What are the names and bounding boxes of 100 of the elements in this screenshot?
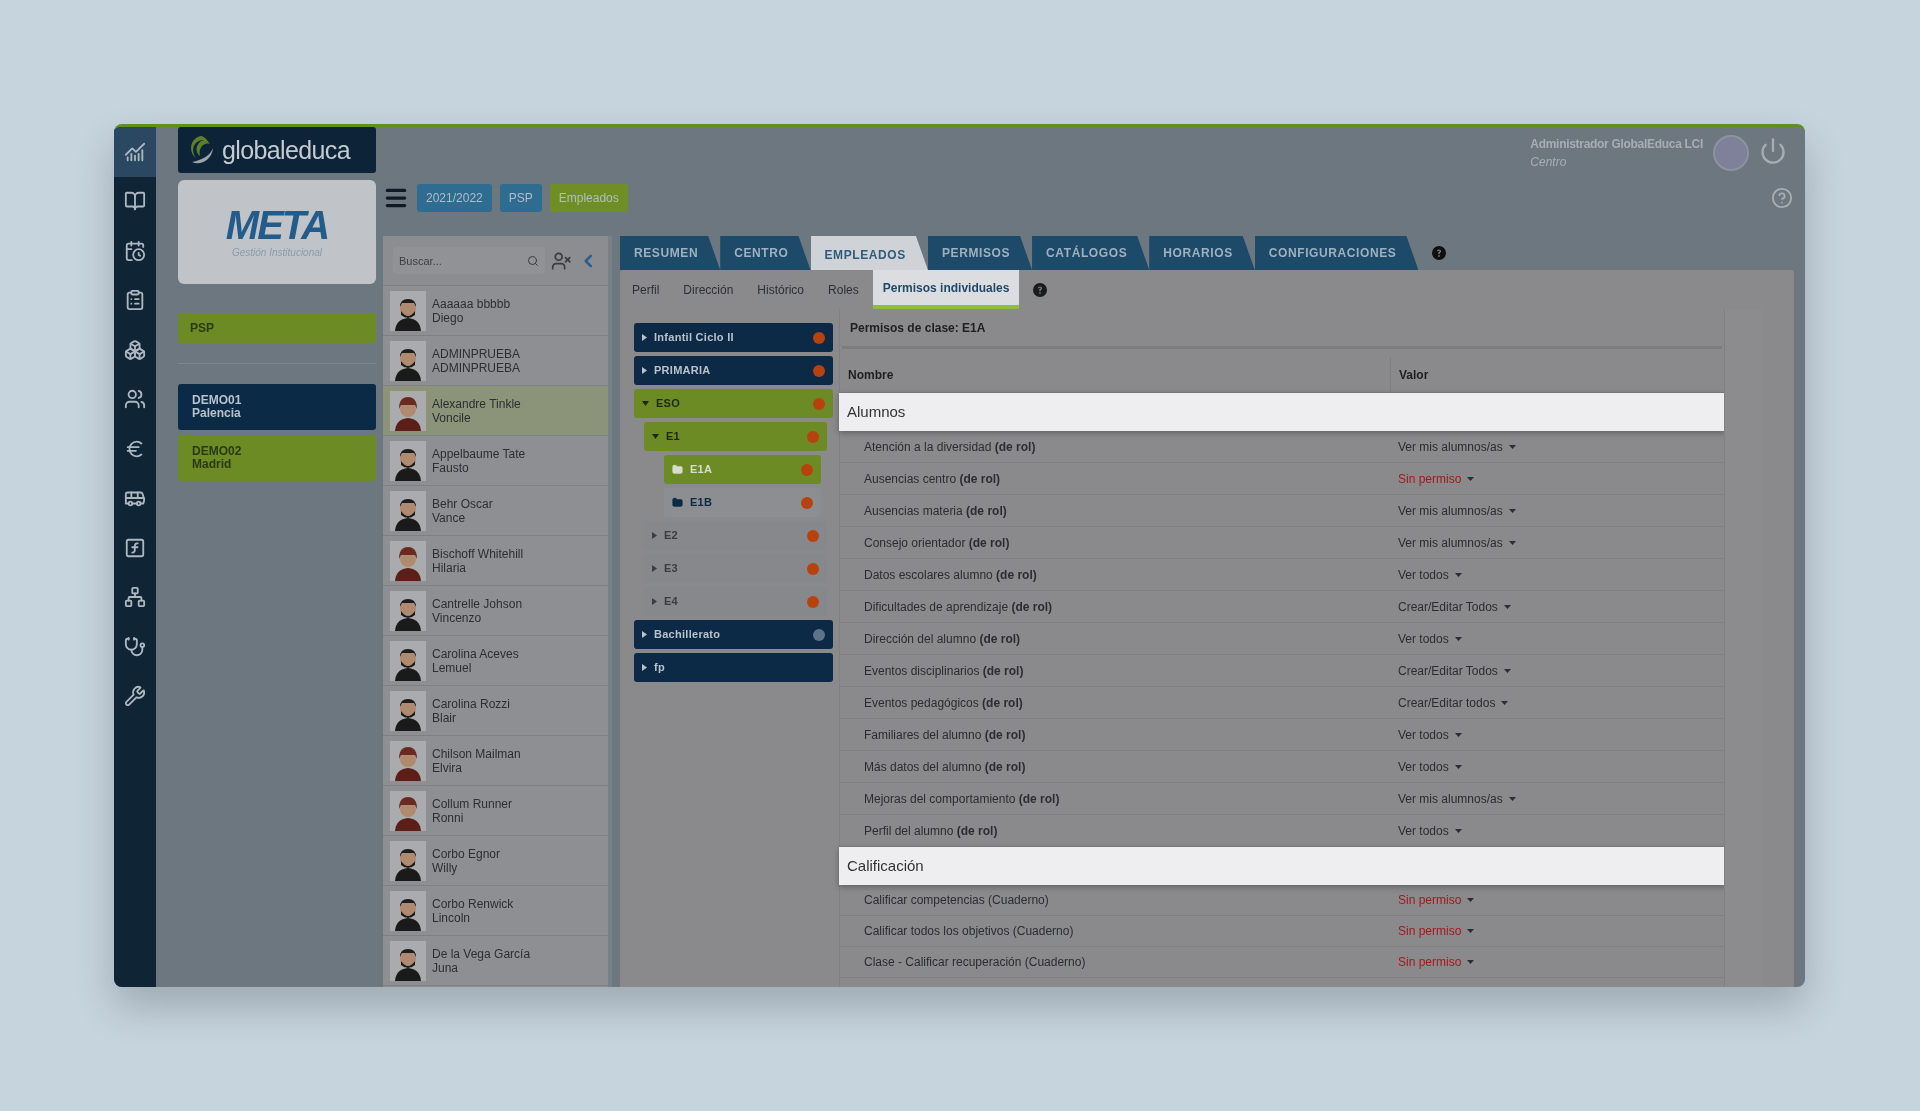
employee-name: Diego — [432, 310, 465, 325]
people-icon — [124, 388, 146, 411]
employee-name: Juna — [432, 960, 460, 975]
caret-icon — [1503, 668, 1511, 673]
search-icon — [527, 255, 539, 267]
employee-surname: Chilson Mailman — [432, 746, 521, 761]
center-item[interactable]: DEMO02 Madrid — [178, 435, 376, 481]
tab[interactable]: RESUMEN — [620, 236, 721, 270]
employee-surname: Cantrelle Johson — [432, 596, 523, 611]
boxes-icon — [124, 338, 146, 361]
employee-name: Ronni — [432, 810, 465, 825]
school-bar[interactable]: PSP — [178, 313, 376, 343]
value-dropdown[interactable]: Sin permiso — [1398, 469, 1475, 488]
value-dropdown[interactable]: Sin permiso — [1398, 891, 1475, 909]
value-dropdown[interactable]: Ver mis alumnos/as — [1398, 437, 1516, 456]
product-logo-text: META — [225, 204, 329, 245]
context-chip[interactable]: PSP — [499, 184, 542, 212]
employee-name: Blair — [432, 710, 457, 725]
employee-surname: Appelbaume Tate — [432, 446, 526, 461]
value-dropdown[interactable]: Sin permiso — [1398, 922, 1475, 940]
value-dropdown[interactable]: Crear/Editar Todos — [1398, 597, 1511, 616]
wrench-icon — [124, 685, 146, 708]
person-avatar — [390, 890, 426, 931]
caret-right-icon — [642, 334, 647, 341]
sidebar-item[interactable] — [114, 127, 156, 177]
tab[interactable]: CATÁLOGOS — [1032, 236, 1150, 270]
subtab[interactable]: Perfil — [622, 270, 670, 309]
employee-surname: Bischoff Whitehill — [432, 546, 524, 561]
help-icon[interactable] — [1432, 246, 1447, 260]
tree-item[interactable]: fp — [634, 653, 833, 682]
permission-name: Eventos pedagógicos (de rol) — [863, 694, 1024, 712]
person-avatar — [390, 940, 426, 981]
subtab[interactable]: Roles — [818, 270, 869, 309]
clipboard-icon — [124, 289, 146, 312]
tree-label: E1A — [690, 462, 714, 478]
employee-name: Vance — [432, 510, 467, 525]
employee-name: Willy — [432, 860, 459, 875]
subtab[interactable]: Histórico — [747, 270, 815, 309]
tab[interactable]: CENTRO — [720, 236, 811, 270]
person-avatar — [390, 690, 426, 731]
logo-text: globaleduca — [222, 137, 350, 163]
caret-down-icon — [642, 401, 649, 406]
search-field[interactable]: Buscar... — [393, 247, 545, 274]
value-dropdown[interactable]: Ver todos — [1398, 629, 1462, 648]
permission-name: Perfil del alumno (de rol) — [863, 822, 999, 840]
value-dropdown[interactable]: Ver mis alumnos/as — [1398, 533, 1516, 552]
employee-name: Elvira — [432, 760, 463, 775]
context-chip[interactable]: 2021/2022 — [417, 184, 492, 212]
person-avatar — [390, 290, 426, 331]
subtab[interactable]: Dirección — [673, 270, 744, 309]
tree-label: fp — [654, 660, 666, 676]
caret-icon — [1454, 732, 1462, 737]
value-dropdown[interactable]: Ver todos — [1398, 757, 1462, 776]
person-avatar — [390, 540, 426, 581]
tree-item[interactable]: ESO — [634, 389, 833, 418]
value-dropdown[interactable]: Ver todos — [1398, 821, 1462, 840]
center-city: Madrid — [192, 458, 233, 471]
value-dropdown[interactable]: Ver mis alumnos/as — [1398, 789, 1516, 808]
calendar-clock-icon — [124, 239, 146, 262]
tree-item[interactable]: E3 — [644, 554, 827, 583]
tab[interactable]: EMPLEADOS — [810, 236, 928, 270]
employee-name: Hilaria — [432, 560, 467, 575]
tab[interactable]: HORARIOS — [1149, 236, 1255, 270]
person-avatar — [390, 740, 426, 781]
tree-label: Bachillerato — [654, 627, 722, 643]
chart-icon — [124, 140, 146, 163]
subtab[interactable]: Permisos individuales — [872, 270, 1020, 309]
tree-item[interactable]: PRIMARIA — [634, 356, 833, 385]
value-dropdown[interactable]: Ver mis alumnos/as — [1398, 501, 1516, 520]
tree-item[interactable]: E1A — [664, 455, 821, 484]
tree-item[interactable]: E1 — [644, 422, 827, 451]
tree-item[interactable]: Infantil Ciclo II — [634, 323, 833, 352]
employee-row[interactable]: Alexandre Tinkle Voncile — [383, 386, 608, 436]
book-icon — [124, 190, 146, 213]
caret-right-icon — [652, 532, 657, 539]
value-dropdown[interactable]: Crear/Editar todos — [1398, 693, 1509, 712]
center-item[interactable]: DEMO01 Palencia — [178, 384, 376, 430]
help-icon[interactable] — [1033, 282, 1048, 297]
value-dropdown[interactable]: Ver todos — [1398, 565, 1462, 584]
tab[interactable]: PERMISOS — [927, 236, 1033, 270]
tree-item[interactable]: E2 — [644, 521, 827, 550]
employee-name: ADMINPRUEBA — [432, 360, 520, 375]
tree-item[interactable]: E4 — [644, 587, 827, 616]
tree-item[interactable]: Bachillerato — [634, 620, 833, 649]
employee-name: Lemuel — [432, 660, 473, 675]
tab[interactable]: CONFIGURACIONES — [1254, 236, 1419, 270]
caret-icon — [1454, 828, 1462, 833]
person-avatar — [390, 640, 426, 681]
tree-label: E1B — [690, 495, 714, 511]
tree-item[interactable]: E1B — [664, 488, 821, 517]
user-name: Administrador GlobalEduca LCI — [1530, 136, 1703, 153]
permission-name: Mejoras del comportamiento (de rol) — [863, 790, 1061, 808]
employee-name: Fausto — [432, 460, 469, 475]
employee-surname: Behr Oscar — [432, 496, 493, 511]
value-dropdown[interactable]: Sin permiso — [1398, 953, 1475, 971]
value-dropdown[interactable]: Ver todos — [1398, 725, 1462, 744]
employee-name: Vincenzo — [432, 610, 483, 625]
person-avatar — [390, 590, 426, 631]
caret-icon — [1501, 700, 1509, 705]
value-dropdown[interactable]: Crear/Editar Todos — [1398, 661, 1511, 680]
